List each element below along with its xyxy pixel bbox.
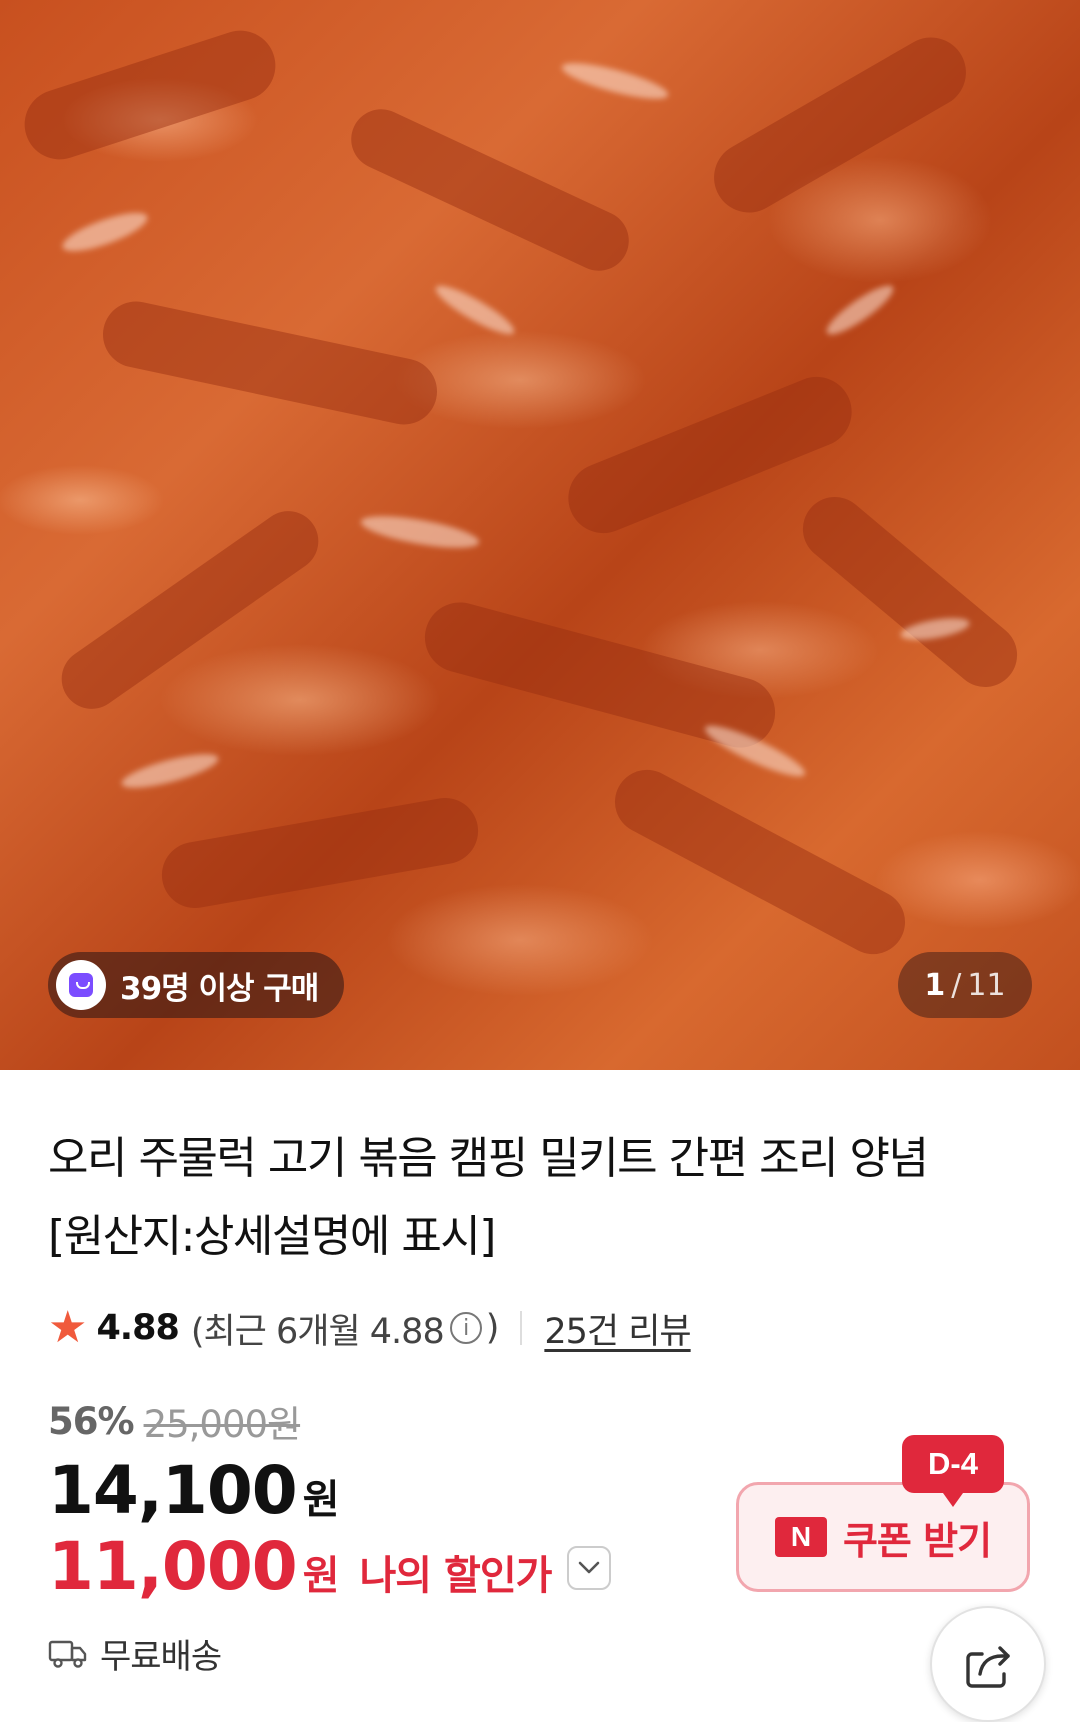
shipping-row: 무료배송 (48, 1628, 222, 1678)
my-price-row: 11,000 원 나의 할인가 (48, 1528, 612, 1608)
purchase-count-text: 39명 이상 구매 (120, 970, 319, 1007)
review-count-link[interactable]: 25건 리뷰 (544, 1303, 691, 1354)
image-counter-total: 11 (967, 967, 1006, 1003)
product-title: 오리 주물럭 고기 볶음 캠핑 밀키트 간편 조리 양념 [원산지:상세설명에 … (48, 1120, 1038, 1276)
truck-icon (48, 1640, 87, 1668)
sale-price-unit: 원 (302, 1477, 340, 1523)
my-discount-price-label: 나의 할인가 (359, 1553, 553, 1599)
star-icon: ★ (48, 1302, 87, 1353)
image-counter: 1 / 11 (898, 952, 1032, 1018)
coupon-button[interactable]: N 쿠폰 받기 (736, 1482, 1030, 1592)
product-title-line2: [원산지:상세설명에 표시] (48, 1211, 496, 1262)
n-pay-logo-icon: N (774, 1517, 827, 1557)
sale-price: 14,100 (48, 1452, 298, 1529)
my-discount-price: 11,000 (48, 1528, 298, 1605)
image-counter-current: 1 (924, 967, 946, 1003)
share-button[interactable] (930, 1606, 1046, 1722)
discount-percent: 56% (48, 1399, 135, 1443)
coupon-label: 쿠폰 받기 (842, 1518, 992, 1563)
rating-score: 4.88 (96, 1308, 179, 1348)
shopping-bag-icon (56, 960, 106, 1010)
product-title-line1: 오리 주물럭 고기 볶음 캠핑 밀키트 간편 조리 양념 (48, 1133, 929, 1184)
original-price: 25,000원 (143, 1403, 302, 1446)
my-discount-price-unit: 원 (302, 1553, 340, 1599)
rating-divider (520, 1311, 523, 1345)
info-icon[interactable]: i (449, 1312, 482, 1344)
share-icon (966, 1646, 1010, 1688)
image-counter-separator: / (951, 967, 962, 1003)
product-image[interactable]: 39명 이상 구매 1 / 11 (0, 0, 1080, 1070)
coupon-dday-badge: D-4 (902, 1435, 1004, 1507)
purchase-count-badge: 39명 이상 구매 (48, 952, 344, 1018)
sale-price-row: 14,100 원 (48, 1452, 340, 1532)
recent-rating-close: ) (485, 1308, 500, 1348)
shipping-label: 무료배송 (100, 1636, 222, 1677)
chevron-down-icon[interactable] (567, 1546, 612, 1590)
recent-rating-text: (최근 6개월 4.88 (190, 1311, 445, 1352)
discount-row: 56% 25,000원 (48, 1396, 302, 1447)
rating-row: ★ 4.88 (최근 6개월 4.88 i ) 25건 리뷰 (48, 1300, 692, 1356)
